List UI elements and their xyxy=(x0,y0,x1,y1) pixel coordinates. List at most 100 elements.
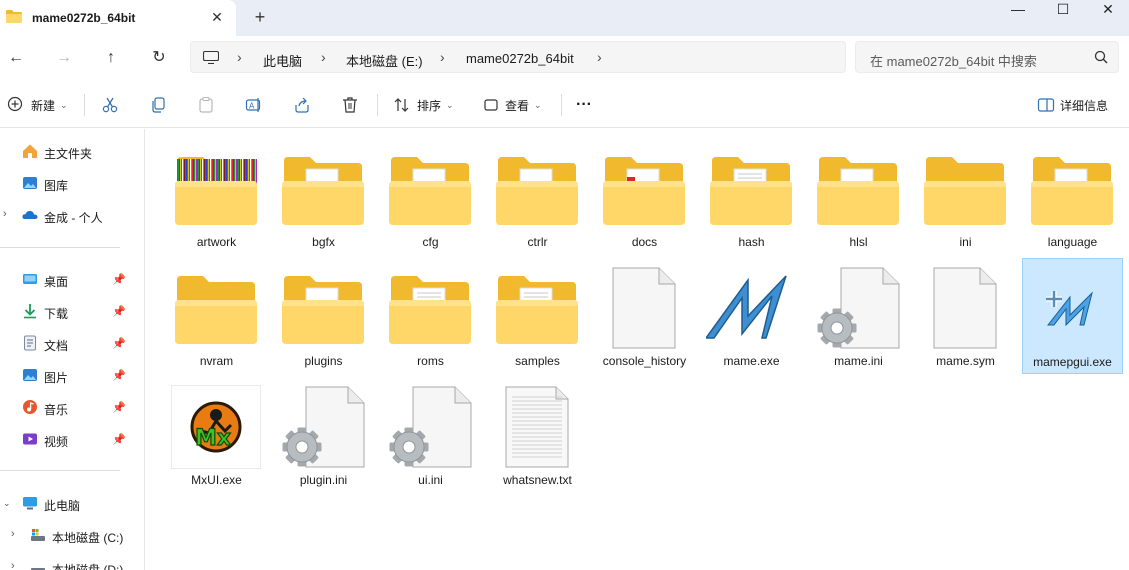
pin-icon[interactable]: 📌 xyxy=(112,305,126,318)
sidebar-item-pictures[interactable]: 图片 📌 xyxy=(0,361,138,389)
chevron-right-icon[interactable]: › xyxy=(3,208,7,220)
refresh-button[interactable]: ↻ xyxy=(145,44,173,72)
toolbar-divider xyxy=(84,94,85,116)
file-item[interactable]: nvram xyxy=(166,258,267,374)
file-item[interactable]: whatsnew.txt xyxy=(487,377,588,493)
address-bar[interactable]: › 此电脑 › 本地磁盘 (E:) › mame0272b_64bit › xyxy=(190,41,846,73)
sidebar-item-videos[interactable]: 视频 📌 xyxy=(0,425,138,453)
file-item[interactable]: ui.ini xyxy=(380,377,481,493)
pin-icon[interactable]: 📌 xyxy=(112,369,126,382)
breadcrumb-drive-e[interactable]: 本地磁盘 (E:) xyxy=(346,51,423,70)
sidebar-divider xyxy=(0,247,120,248)
file-name: ini xyxy=(959,235,972,249)
share-button[interactable] xyxy=(293,94,311,116)
folder-icon xyxy=(920,147,1010,231)
chevron-right-icon[interactable]: › xyxy=(11,560,15,570)
sidebar-item-gallery[interactable]: 图库 xyxy=(0,169,138,197)
up-button[interactable]: ↑ xyxy=(97,44,125,72)
folder-icon xyxy=(385,147,475,231)
folder-icon xyxy=(492,266,582,350)
toolbar-divider xyxy=(561,94,562,116)
pin-icon[interactable]: 📌 xyxy=(112,273,126,286)
breadcrumb-mame-folder[interactable]: mame0272b_64bit xyxy=(466,51,574,66)
file-name: MxUI.exe xyxy=(191,473,242,487)
minimize-button[interactable]: — xyxy=(995,0,1041,30)
forward-button[interactable]: → xyxy=(50,44,78,72)
paste-button[interactable] xyxy=(197,94,215,116)
file-item[interactable]: language xyxy=(1022,139,1123,255)
new-tab-button[interactable]: + xyxy=(248,6,272,30)
new-button[interactable]: 新建 ⌄ xyxy=(7,94,68,116)
breadcrumb-separator: › xyxy=(597,49,602,65)
file-item[interactable]: artwork xyxy=(166,139,267,255)
close-tab-icon[interactable]: ✕ xyxy=(206,6,228,28)
file-item[interactable]: plugin.ini xyxy=(273,377,374,493)
file-item[interactable]: bgfx xyxy=(273,139,374,255)
more-options-button[interactable]: ··· xyxy=(576,94,592,116)
file-item[interactable]: hash xyxy=(701,139,802,255)
file-item[interactable]: ini xyxy=(915,139,1016,255)
search-box[interactable]: 在 mame0272b_64bit 中搜索 xyxy=(855,41,1119,73)
file-item[interactable]: mamepgui.exe xyxy=(1022,258,1123,374)
mxui-logo-icon: Mx xyxy=(170,384,262,470)
delete-button[interactable] xyxy=(341,94,359,116)
rename-button[interactable]: A xyxy=(245,94,263,116)
pc-icon xyxy=(23,497,37,510)
pin-icon[interactable]: 📌 xyxy=(112,433,126,446)
file-item[interactable]: samples xyxy=(487,258,588,374)
file-name: mame.ini xyxy=(834,354,883,368)
details-pane-button[interactable]: 详细信息 xyxy=(1037,94,1108,116)
file-item[interactable]: plugins xyxy=(273,258,374,374)
search-input[interactable]: 在 mame0272b_64bit 中搜索 xyxy=(870,51,1037,70)
sidebar-item-drive-d[interactable]: › 本地磁盘 (D:) xyxy=(0,553,138,570)
sort-button[interactable]: 排序 ⌄ xyxy=(393,94,454,116)
breadcrumb-this-pc[interactable]: 此电脑 xyxy=(263,51,302,70)
file-item[interactable]: hlsl xyxy=(808,139,909,255)
new-button-label: 新建 xyxy=(31,98,56,113)
file-item[interactable]: console_history xyxy=(594,258,695,374)
sidebar-item-drive-c[interactable]: › 本地磁盘 (C:) xyxy=(0,521,138,549)
sidebar-item-this-pc[interactable]: ⌄ 此电脑 xyxy=(0,489,138,517)
chevron-down-icon[interactable]: ⌄ xyxy=(3,498,11,509)
file-name: samples xyxy=(515,354,560,368)
file-item[interactable]: Mx MxUI.exe xyxy=(166,377,267,493)
file-name: docs xyxy=(631,235,658,249)
close-window-button[interactable]: ✕ xyxy=(1085,0,1129,30)
file-name: bgfx xyxy=(312,235,335,249)
copy-button[interactable] xyxy=(149,94,167,116)
sidebar-item-music[interactable]: 音乐 📌 xyxy=(0,393,138,421)
file-item[interactable]: docs xyxy=(594,139,695,255)
file-item[interactable]: roms xyxy=(380,258,481,374)
file-item[interactable]: mame.exe xyxy=(701,258,802,374)
paste-icon xyxy=(199,96,213,113)
file-item[interactable]: mame.sym xyxy=(915,258,1016,374)
trash-icon xyxy=(343,97,357,113)
file-item[interactable]: mame.ini xyxy=(808,258,909,374)
file-item[interactable]: ctrlr xyxy=(487,139,588,255)
sidebar-item-downloads[interactable]: 下载 📌 xyxy=(0,297,138,325)
desktop-icon xyxy=(23,274,37,284)
maximize-button[interactable]: ☐ xyxy=(1040,0,1086,30)
sidebar-item-label: 本地磁盘 (D:) xyxy=(52,563,124,570)
file-name: nvram xyxy=(199,354,234,368)
back-button[interactable]: ← xyxy=(2,44,30,72)
cut-button[interactable] xyxy=(101,94,119,116)
sidebar-item-onedrive[interactable]: › 金成 - 个人 xyxy=(0,201,138,229)
search-icon xyxy=(1094,50,1108,64)
pin-icon[interactable]: 📌 xyxy=(112,401,126,414)
mame-logo-icon xyxy=(704,266,796,350)
tab-current-folder[interactable]: mame0272b_64bit ✕ xyxy=(0,0,236,36)
sidebar-item-desktop[interactable]: 桌面 📌 xyxy=(0,265,138,293)
settings-file-icon xyxy=(813,266,903,350)
folder-icon xyxy=(599,147,689,231)
file-name: cfg xyxy=(422,235,439,249)
pin-icon[interactable]: 📌 xyxy=(112,337,126,350)
sidebar-item-label: 本地磁盘 (C:) xyxy=(52,531,124,545)
sidebar-item-documents[interactable]: 文档 📌 xyxy=(0,329,138,357)
sidebar-item-home[interactable]: 主文件夹 xyxy=(0,137,138,165)
chevron-right-icon[interactable]: › xyxy=(11,528,15,540)
sidebar-item-label: 下载 xyxy=(44,307,69,321)
view-button[interactable]: 查看 ⌄ xyxy=(482,94,542,116)
file-item[interactable]: cfg xyxy=(380,139,481,255)
sort-button-label: 排序 xyxy=(417,98,442,113)
